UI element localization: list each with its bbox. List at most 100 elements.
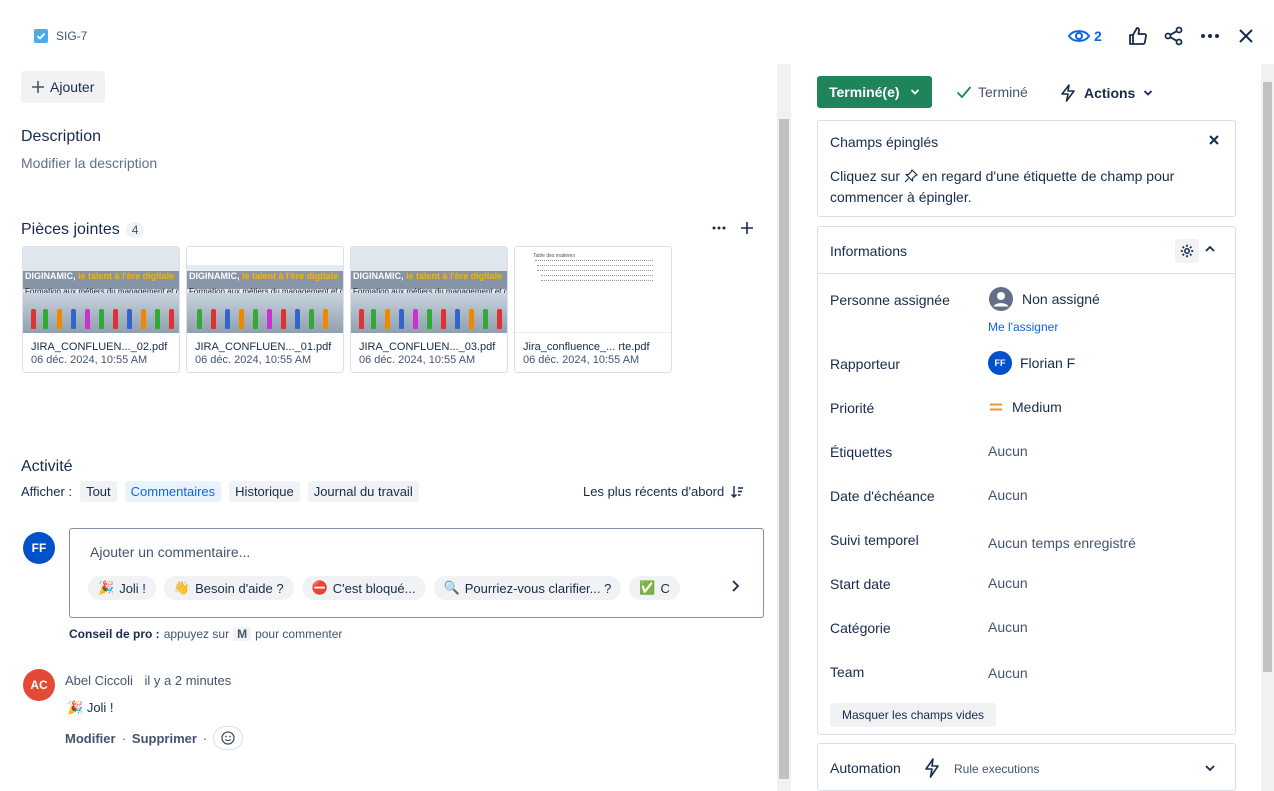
configure-button[interactable] <box>1175 239 1199 263</box>
due-date-label: Date d'échéance <box>830 488 935 504</box>
pinned-fields-help: Cliquez sur en regard d'une étiquette de… <box>830 168 1175 205</box>
status-dropdown[interactable]: Terminé(e) <box>817 76 932 108</box>
avatar: FF <box>23 532 55 564</box>
add-button[interactable]: Ajouter <box>21 71 106 103</box>
more-button[interactable] <box>1198 24 1222 48</box>
filter-history[interactable]: Historique <box>229 481 300 502</box>
lightning-icon <box>1061 84 1075 102</box>
attachment-card[interactable]: DIGINAMIC, le talent à l'ère digitale Fo… <box>350 246 508 373</box>
close-pinned-button[interactable] <box>1208 134 1220 146</box>
priority-label: Priorité <box>830 400 875 416</box>
description-field[interactable]: Modifier la description <box>21 155 157 171</box>
time-tracking-value[interactable]: Aucun temps enregistré <box>988 535 1136 551</box>
assign-to-me-link[interactable]: Me l'assigner <box>988 320 1058 334</box>
pro-tip: Conseil de pro : appuyez sur M pour comm… <box>69 627 342 641</box>
start-date-value[interactable]: Aucun <box>988 575 1028 591</box>
close-button[interactable] <box>1234 24 1258 48</box>
avatar: AC <box>23 669 55 701</box>
right-scrollbar[interactable] <box>1261 64 1274 791</box>
emoji-icon <box>221 731 235 745</box>
share-icon <box>1164 26 1183 46</box>
filter-worklog[interactable]: Journal du travail <box>307 481 419 502</box>
team-label: Team <box>830 664 865 680</box>
more-icon <box>712 226 726 230</box>
pro-tip-text: appuyez sur <box>163 627 230 641</box>
edit-comment-link[interactable]: Modifier <box>65 731 116 746</box>
automation-panel[interactable]: Automation Rule executions <box>817 743 1236 791</box>
quick-replies: 🎉 Joli ! 👋 Besoin d'aide ? ⛔ C'est bloqué..… <box>88 576 728 600</box>
reporter-value[interactable]: FF Florian F <box>988 351 1075 375</box>
activity-heading: Activité <box>21 458 73 475</box>
close-icon <box>1209 135 1219 145</box>
quick-reply[interactable]: ✅ C <box>629 576 680 600</box>
quick-reply[interactable]: 🎉 Joli ! <box>88 576 156 600</box>
description-heading: Description <box>21 128 102 145</box>
more-icon <box>1200 34 1219 38</box>
attachment-name: Jira_confluence_... rte.pdf <box>523 341 650 353</box>
quick-reply[interactable]: 👋 Besoin d'aide ? <box>163 576 294 600</box>
close-icon <box>1239 29 1253 43</box>
attachments-actions <box>712 221 754 235</box>
unassigned-avatar-icon <box>989 287 1013 311</box>
watchers-count: 2 <box>1094 28 1102 44</box>
avatar: FF <box>988 351 1012 375</box>
like-button[interactable] <box>1126 24 1150 48</box>
pinned-fields-panel: Champs épinglés Cliquez sur en regard d'… <box>817 120 1236 217</box>
comment-author[interactable]: Abel Ciccoli <box>65 673 133 688</box>
attachment-date: 06 déc. 2024, 10:55 AM <box>359 354 476 366</box>
time-tracking-label: Suivi temporel <box>830 532 919 548</box>
pinned-fields-title: Champs épinglés <box>830 134 939 150</box>
share-button[interactable] <box>1162 24 1186 48</box>
issue-key[interactable]: SIG-7 <box>34 29 87 43</box>
chevron-down-icon <box>1204 762 1216 774</box>
add-button-label: Ajouter <box>50 79 95 95</box>
quick-replies-next-button[interactable] <box>728 579 742 593</box>
attachment-list: DIGINAMIC, le talent à l'ère digitale Fo… <box>22 246 672 373</box>
pin-icon <box>904 169 918 183</box>
quick-reply[interactable]: ⛔ C'est bloqué... <box>301 576 426 600</box>
attachment-card[interactable]: DIGINAMIC, le talent à l'ère digitale Fo… <box>22 246 180 373</box>
filter-comments[interactable]: Commentaires <box>124 481 222 502</box>
category-value[interactable]: Aucun <box>988 619 1028 635</box>
labels-value[interactable]: Aucun <box>988 443 1028 459</box>
left-scrollbar[interactable] <box>777 64 791 791</box>
assignee-label: Personne assignée <box>830 292 950 308</box>
attachment-thumbnail: Table des matières <box>515 247 671 333</box>
attachment-card[interactable]: DIGINAMIC, le talent à l'ère digitale Fo… <box>186 246 344 373</box>
chevron-right-icon <box>732 580 740 592</box>
resolution: Terminé <box>956 84 1028 100</box>
quick-reply[interactable]: 🔍 Pourriez-vous clarifier... ? <box>433 576 622 600</box>
show-label: Afficher : <box>21 484 73 499</box>
start-date-label: Start date <box>830 576 891 592</box>
filter-all[interactable]: Tout <box>80 481 117 502</box>
collapse-button[interactable] <box>1204 243 1216 255</box>
task-type-icon <box>34 29 48 43</box>
attachment-card[interactable]: Table des matières Jira_confluence_... r… <box>514 246 672 373</box>
priority-medium-icon <box>990 403 1002 411</box>
attachments-add-button[interactable] <box>740 221 754 235</box>
sort-order-button[interactable]: Les plus récents d'abord <box>583 484 744 499</box>
party-icon: 🎉 <box>67 700 84 715</box>
chevron-down-icon <box>1144 90 1153 96</box>
comment-body: 🎉 Joli ! <box>67 700 114 716</box>
attachment-date: 06 déc. 2024, 10:55 AM <box>523 354 640 366</box>
add-reaction-button[interactable] <box>213 726 244 750</box>
automation-title: Automation <box>830 760 901 776</box>
actions-dropdown[interactable]: Actions <box>1060 84 1153 102</box>
sort-order-label: Les plus récents d'abord <box>583 484 725 499</box>
comment-editor[interactable]: Ajouter un commentaire... 🎉 Joli ! 👋 Besoi… <box>69 528 764 618</box>
labels-label: Étiquettes <box>830 444 893 460</box>
attachment-thumbnail: DIGINAMIC, le talent à l'ère digitale Fo… <box>187 247 343 333</box>
team-value[interactable]: Aucun <box>988 665 1028 681</box>
comment-time: il y a 2 minutes <box>144 673 232 688</box>
attachment-date: 06 déc. 2024, 10:55 AM <box>31 354 148 366</box>
watch-button[interactable]: 2 <box>1068 28 1102 44</box>
priority-value[interactable]: Medium <box>988 399 1062 415</box>
due-date-value[interactable]: Aucun <box>988 487 1028 503</box>
pro-tip-label: Conseil de pro : <box>69 627 160 641</box>
details-header[interactable]: Informations <box>818 227 1235 274</box>
assignee-value[interactable]: Non assigné <box>988 286 1100 312</box>
hide-empty-fields-button[interactable]: Masquer les champs vides <box>830 703 997 727</box>
delete-comment-link[interactable]: Supprimer <box>132 731 197 746</box>
attachments-more-button[interactable] <box>712 226 726 230</box>
